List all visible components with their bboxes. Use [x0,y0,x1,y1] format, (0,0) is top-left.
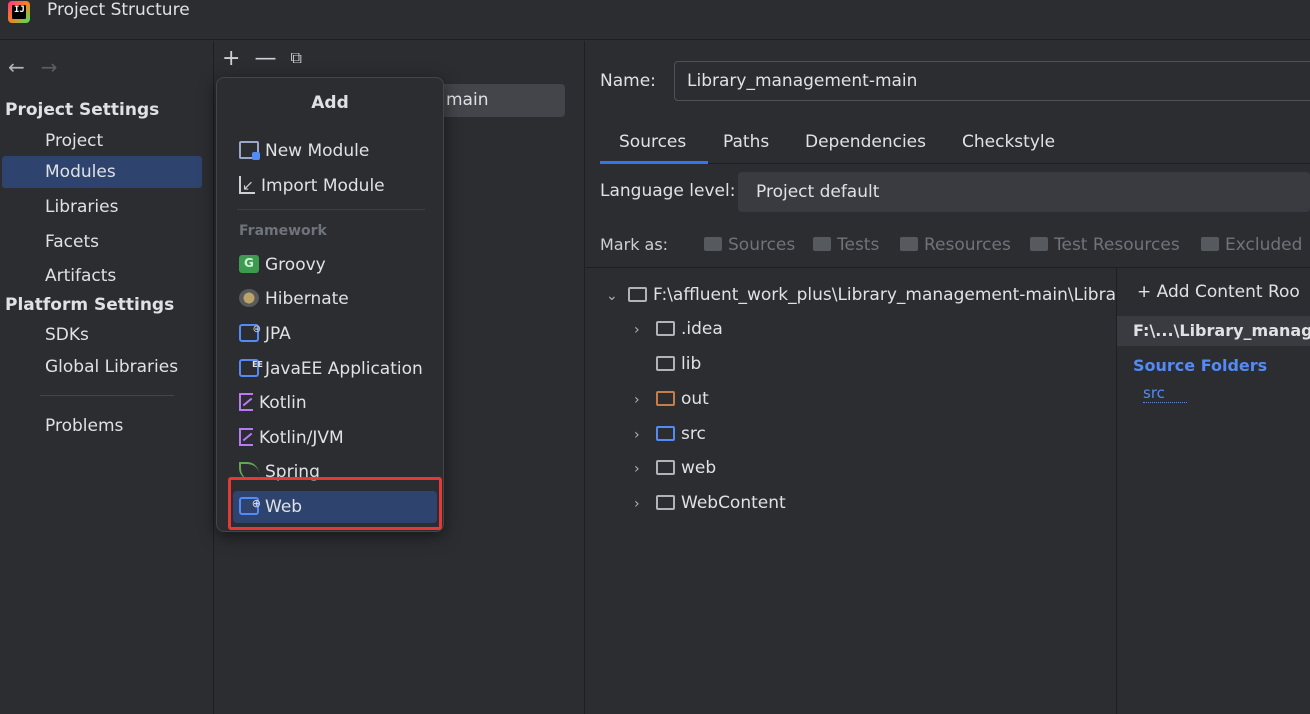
nav-item-global-libraries[interactable]: Global Libraries [2,351,202,383]
excluded-folder-icon [656,391,675,406]
add-popup: Add New Module Import Module Framework G… [216,77,444,532]
tree-row[interactable]: › out [634,384,709,414]
nav-item-modules[interactable]: Modules [2,156,202,188]
chevron-right-icon[interactable]: › [634,315,656,345]
chevron-right-icon[interactable]: › [634,454,656,484]
folder-icon [1201,237,1219,251]
tab-dependencies[interactable]: Dependencies [805,131,926,164]
mark-excluded-button[interactable]: Excluded [1201,235,1302,255]
framework-item-javaee[interactable]: JavaEE Application [233,349,437,385]
tab-paths[interactable]: Paths [723,131,769,164]
mark-test-resources-button[interactable]: Test Resources [1030,235,1180,255]
kotlin-icon [239,428,253,446]
tree-row[interactable]: › .idea [634,314,723,344]
content-roots-pane: + Add Content Roo F:\...\Library_manage … [1117,267,1310,714]
mark-as-label: Mark as: [600,235,669,254]
platform-settings-heading: Platform Settings [5,295,175,315]
module-name-field[interactable]: Library_management-main [674,61,1310,101]
source-folder-icon [656,426,675,441]
mark-resources-button[interactable]: Resources [900,235,1011,255]
window-title: Project Structure [47,0,190,20]
add-icon[interactable]: + [222,46,240,71]
chevron-right-icon[interactable]: › [634,385,656,415]
annotation-highlight-box [228,477,442,530]
module-list-item[interactable]: main [434,84,565,117]
new-module-item[interactable]: New Module [233,135,437,167]
framework-item-groovy[interactable]: Groovy [233,247,437,281]
groovy-icon [239,247,259,279]
folder-icon [813,237,831,251]
folder-icon [656,356,675,371]
nav-item-artifacts[interactable]: Artifacts [2,260,202,292]
plus-icon: + [1137,282,1157,302]
folder-icon [900,237,918,251]
framework-item-kotlin[interactable]: Kotlin [233,387,437,419]
copy-icon[interactable]: ⧉ [290,48,301,67]
import-module-item[interactable]: Import Module [233,170,437,202]
folder-icon [656,460,675,475]
chevron-down-icon[interactable]: ⌄ [606,281,628,310]
mark-tests-button[interactable]: Tests [813,235,879,255]
folder-icon [1030,237,1048,251]
title-bar: IJ Project Structure [0,0,1310,40]
content-root-header: F:\...\Library_manage [1117,316,1310,346]
framework-item-hibernate[interactable]: Hibernate [233,283,437,315]
hibernate-icon [239,289,259,307]
kotlin-icon [239,393,253,411]
language-level-label: Language level: [600,181,736,201]
tab-sources[interactable]: Sources [600,131,708,164]
add-content-root-button[interactable]: + Add Content Roo [1137,282,1300,302]
source-folders-title: Source Folders [1133,356,1268,375]
popup-title: Add [311,93,349,113]
nav-item-facets[interactable]: Facets [2,226,202,258]
folder-tree: ⌄ F:\affluent_work_plus\Library_managemen… [586,267,1117,714]
popup-divider [237,209,425,210]
name-label: Name: [600,71,656,91]
module-detail-pane: Name: Library_management-main Sources Pa… [586,41,1310,714]
framework-item-jpa[interactable]: JPA [233,314,437,350]
tree-row[interactable]: › web [634,453,716,483]
chevron-right-icon[interactable]: › [634,420,656,450]
forward-arrow-icon[interactable]: → [41,55,58,79]
nav-item-libraries[interactable]: Libraries [2,191,202,223]
folder-icon [704,237,722,251]
source-folder-entry[interactable]: src [1143,384,1187,403]
folder-icon [628,287,647,302]
nav-item-project[interactable]: Project [2,125,202,157]
mark-sources-button[interactable]: Sources [704,235,795,255]
folder-icon [656,321,675,336]
settings-nav: ← → Project Settings Project Modules Libr… [0,41,214,714]
tree-row[interactable]: › WebContent [634,488,786,518]
detail-tabs: Sources Paths Dependencies Checkstyle [600,131,1310,164]
back-arrow-icon[interactable]: ← [8,55,25,79]
tab-checkstyle[interactable]: Checkstyle [962,131,1055,164]
language-level-select[interactable]: Project default [738,172,1310,212]
folder-icon [656,495,675,510]
nav-item-problems[interactable]: Problems [2,410,202,442]
framework-item-kotlin-jvm[interactable]: Kotlin/JVM [233,422,437,454]
tree-row[interactable]: › src [634,419,706,449]
chevron-right-icon[interactable]: › [634,489,656,519]
tree-row[interactable]: lib [634,349,701,379]
new-module-icon [239,141,260,160]
import-icon [239,170,255,202]
tree-root-row[interactable]: ⌄ F:\affluent_work_plus\Library_managemen… [606,280,1116,310]
intellij-icon: IJ [8,1,30,23]
project-settings-heading: Project Settings [5,100,160,120]
framework-group-label: Framework [239,223,327,239]
remove-icon[interactable]: — [254,46,276,71]
nav-item-sdks[interactable]: SDKs [2,319,202,351]
nav-divider [40,395,174,396]
javaee-icon [239,349,263,381]
jpa-icon [239,314,261,346]
